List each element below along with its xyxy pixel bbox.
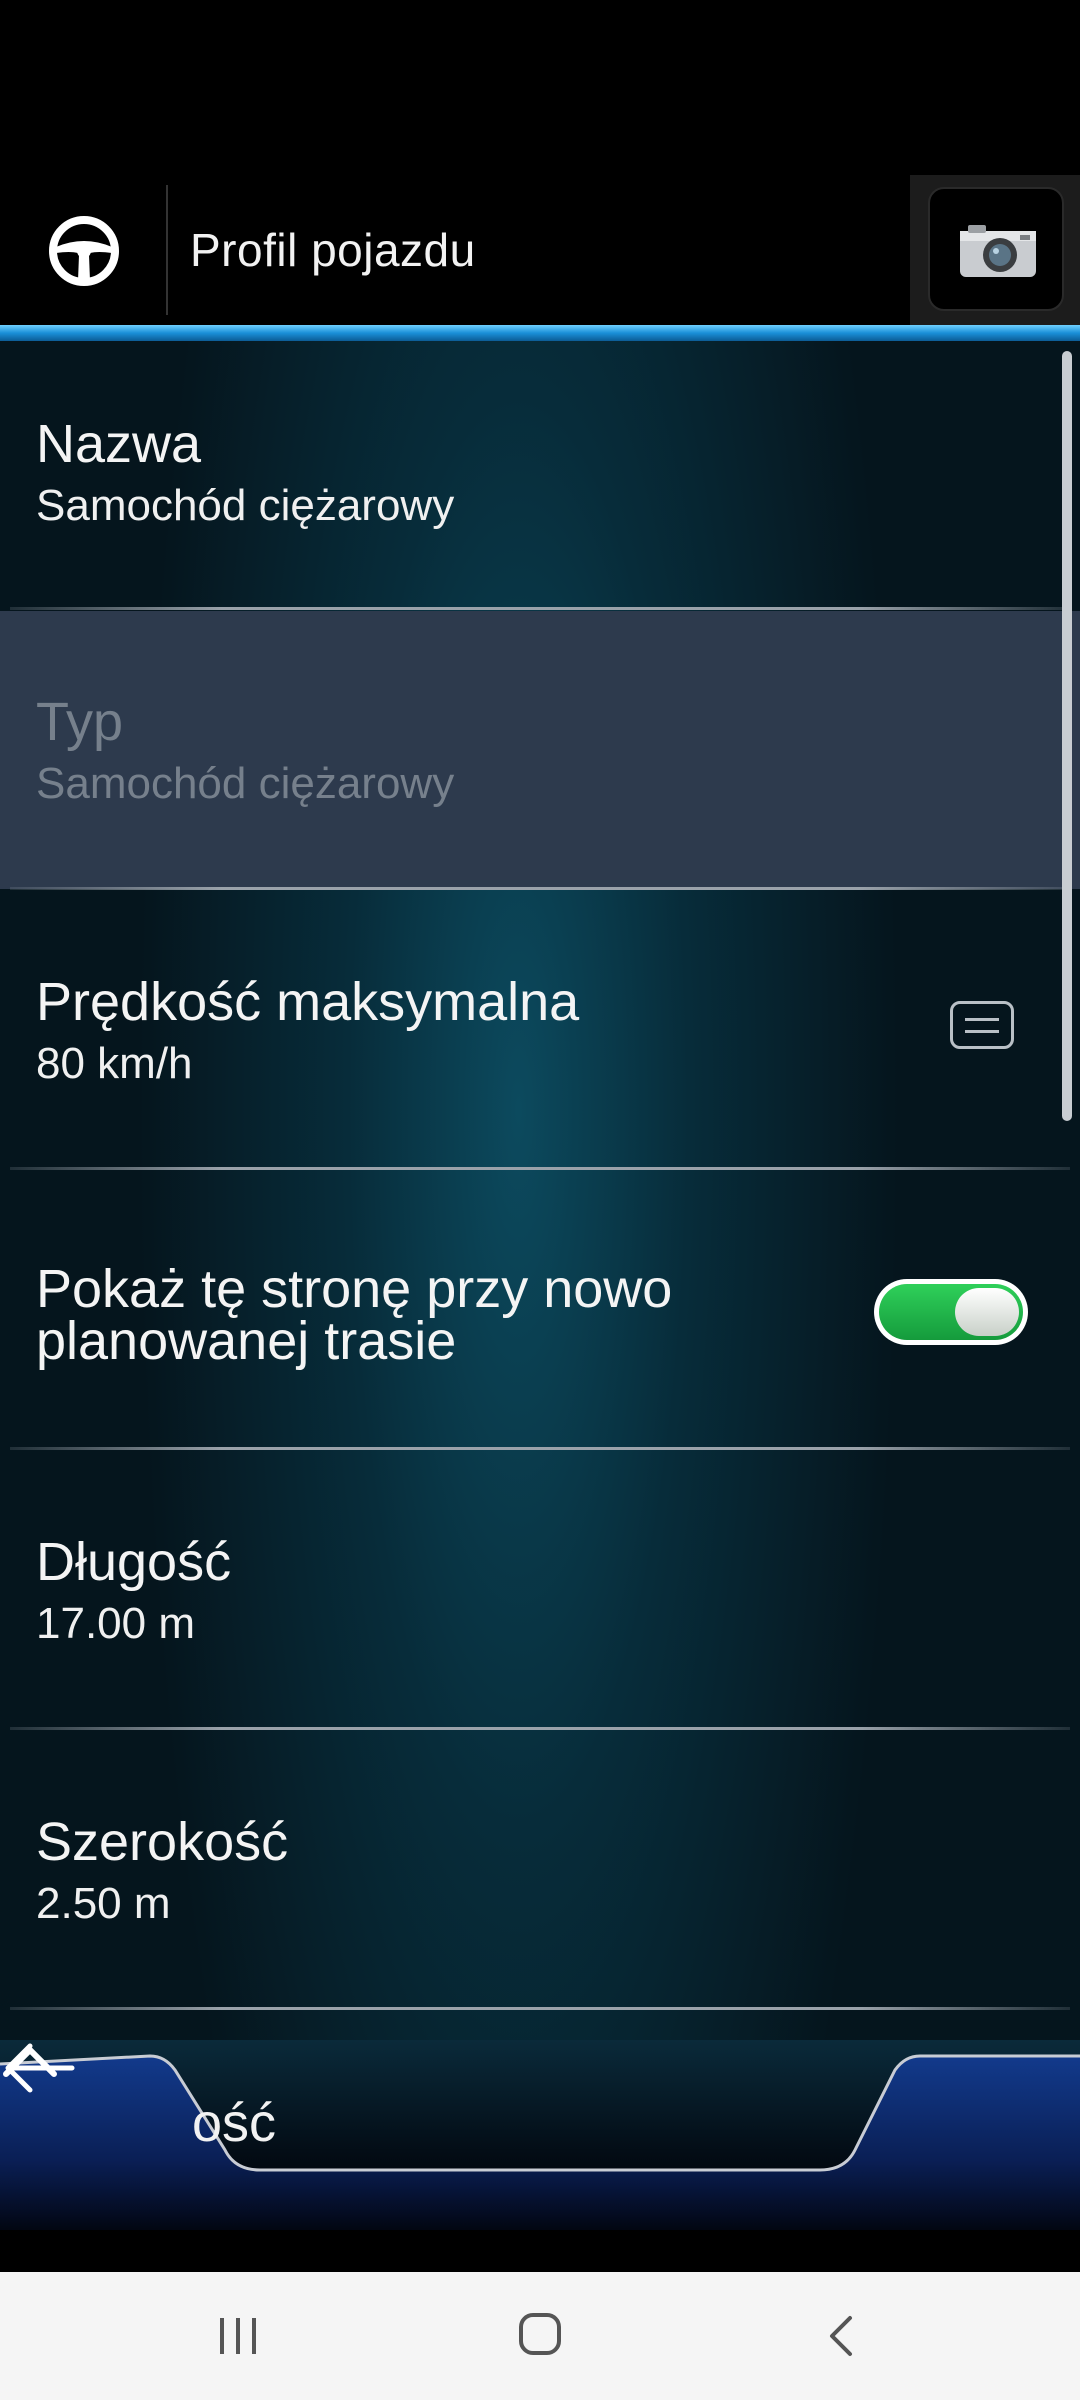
row-length[interactable]: Długość 17.00 m [0, 1451, 1080, 1731]
row-label: Typ [36, 692, 124, 752]
row-divider [10, 1447, 1070, 1450]
row-type: Typ Samochód ciężarowy [0, 611, 1080, 889]
partial-row-label: ość [192, 2093, 277, 2153]
row-divider [10, 2007, 1070, 2010]
row-label: Prędkość maksymalna [36, 972, 580, 1032]
row-max-speed[interactable]: Prędkość maksymalna 80 km/h [0, 891, 1080, 1171]
row-divider [10, 607, 1070, 610]
home-icon[interactable] [518, 2312, 562, 2356]
system-back-icon[interactable] [826, 2314, 856, 2358]
header-accent-bar [0, 325, 1080, 341]
system-navigation-bar [0, 2272, 1080, 2400]
recent-apps-icon[interactable] [218, 2316, 258, 2356]
camera-area [910, 175, 1080, 325]
toggle-knob [955, 1288, 1019, 1336]
row-value: 80 km/h [36, 1039, 193, 1088]
chevron-up-icon[interactable] [0, 2040, 60, 2080]
scrollbar[interactable] [1062, 351, 1072, 1121]
steering-wheel-icon[interactable] [48, 215, 120, 287]
row-label: Szerokość [36, 1812, 289, 1872]
page-title: Profil pojazdu [190, 224, 476, 276]
row-label: Nazwa [36, 414, 202, 474]
camera-button[interactable] [928, 187, 1064, 311]
row-value: 2.50 m [36, 1879, 171, 1928]
bottom-bar-shape [0, 2040, 1080, 2270]
row-width[interactable]: Szerokość 2.50 m [0, 1731, 1080, 2011]
row-value: Samochód ciężarowy [36, 759, 455, 808]
show-page-toggle[interactable] [874, 1279, 1028, 1345]
list-icon[interactable] [950, 1001, 1014, 1049]
camera-icon [960, 225, 1036, 277]
row-value: Samochód ciężarowy [36, 481, 455, 530]
vehicle-profile-list[interactable]: Nazwa Samochód ciężarowy Typ Samochód ci… [0, 341, 1080, 2051]
header-divider [166, 185, 168, 315]
toggle-track [879, 1284, 1023, 1340]
row-divider [10, 1167, 1070, 1170]
app-header: Profil pojazdu [0, 175, 1080, 325]
row-show-on-new-route[interactable]: Pokaż tę stronę przy nowo planowanej tra… [0, 1171, 1080, 1451]
row-label: Pokaż tę stronę przy nowo planowanej tra… [36, 1259, 673, 1371]
row-label: Długość [36, 1532, 232, 1592]
row-divider [10, 1727, 1070, 1730]
bottom-bar: ość [0, 2040, 1080, 2270]
row-value: 17.00 m [36, 1599, 195, 1648]
row-name[interactable]: Nazwa Samochód ciężarowy [0, 341, 1080, 621]
row-divider [10, 887, 1070, 890]
